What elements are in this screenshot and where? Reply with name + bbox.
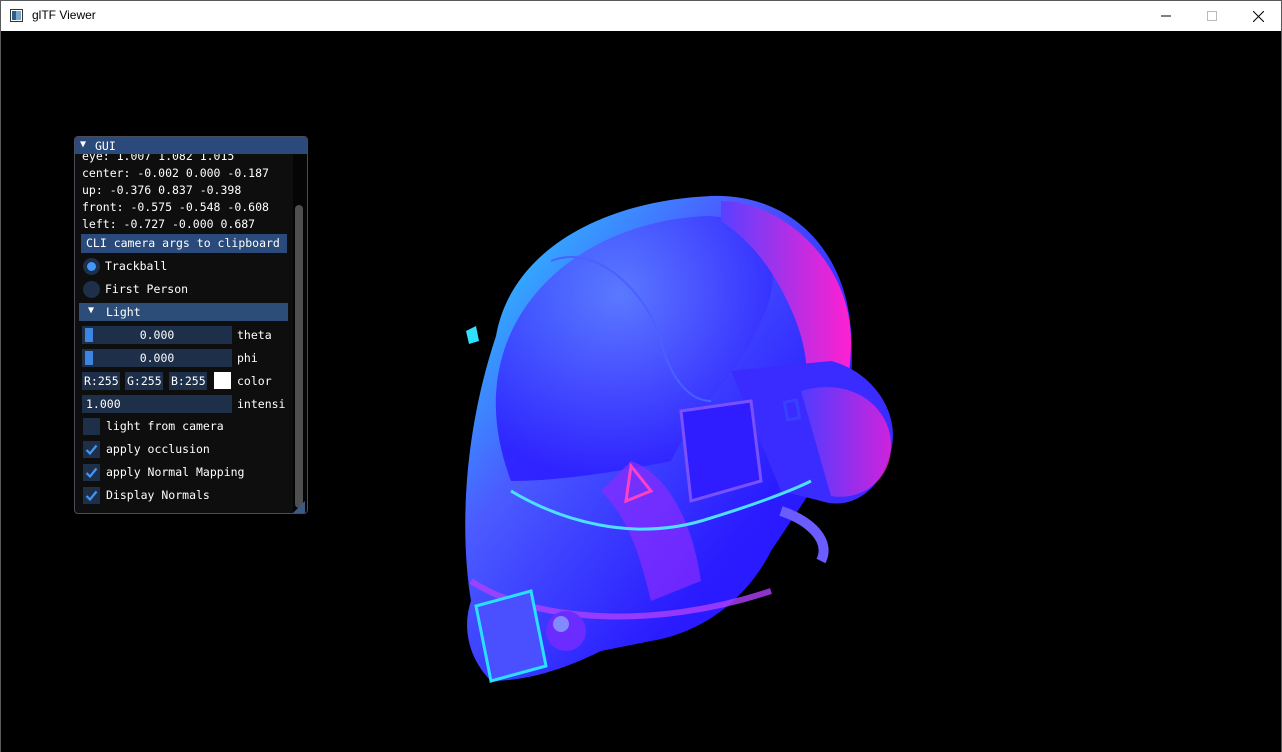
light-from-camera-label: light from camera — [106, 419, 224, 433]
light-section-label: Light — [106, 305, 141, 319]
close-icon — [1252, 10, 1264, 22]
phi-slider[interactable]: 0.000 — [82, 349, 232, 367]
phi-value: 0.000 — [139, 351, 175, 365]
color-b-field[interactable]: B:255 — [169, 372, 207, 390]
apply-occlusion-checkbox[interactable] — [83, 441, 100, 458]
camera-front-text: front: -0.575 -0.548 -0.608 — [82, 200, 269, 214]
title-bar[interactable]: glTF Viewer — [1, 1, 1281, 31]
display-normals-label: Display Normals — [106, 488, 210, 502]
theta-value: 0.000 — [139, 328, 175, 342]
gui-panel[interactable]: ▼ GUI eye: 1.007 1.082 1.015 center: -0.… — [74, 136, 308, 514]
color-g-field[interactable]: G:255 — [125, 372, 163, 390]
checkmark-icon — [85, 444, 98, 456]
intensity-value: 1.000 — [86, 397, 121, 411]
maximize-icon — [1207, 11, 1217, 21]
gui-scrollbar-thumb[interactable] — [295, 205, 303, 508]
trackball-radio[interactable] — [83, 258, 100, 275]
theta-label: theta — [237, 328, 272, 342]
light-from-camera-checkbox[interactable] — [83, 418, 100, 435]
intensity-input[interactable]: 1.000 — [82, 395, 232, 413]
resize-grip[interactable] — [293, 501, 305, 513]
light-collapse-arrow-icon: ▼ — [88, 305, 95, 316]
trackball-label: Trackball — [105, 259, 168, 273]
color-r-value: R:255 — [84, 374, 119, 388]
copy-camera-args-label: CLI camera args to clipboard — [86, 236, 280, 250]
color-g-value: G:255 — [127, 374, 162, 388]
camera-left-text: left: -0.727 -0.000 0.687 — [82, 217, 256, 231]
camera-eye-text: eye: 1.007 1.082 1.015 — [82, 154, 235, 163]
color-b-value: B:255 — [171, 374, 206, 388]
app-window: glTF Viewer ▼ GUI eye: 1.007 1.082 1.015… — [0, 0, 1282, 752]
window-title: glTF Viewer — [32, 8, 96, 22]
light-section-header[interactable]: ▼ Light — [79, 303, 288, 321]
color-swatch[interactable] — [214, 372, 231, 389]
color-label: color — [237, 374, 272, 388]
apply-occlusion-label: apply occlusion — [106, 442, 210, 456]
phi-label: phi — [237, 351, 258, 365]
gui-title: GUI — [95, 139, 116, 153]
copy-camera-args-button[interactable]: CLI camera args to clipboard — [81, 234, 287, 253]
theta-slider[interactable]: 0.000 — [82, 326, 232, 344]
maximize-button[interactable] — [1189, 1, 1235, 31]
collapse-arrow-icon[interactable]: ▼ — [80, 139, 86, 150]
color-r-field[interactable]: R:255 — [82, 372, 120, 390]
camera-up-text: up: -0.376 0.837 -0.398 — [82, 183, 242, 197]
minimize-icon — [1161, 15, 1171, 17]
close-button[interactable] — [1235, 1, 1281, 31]
intensity-label: intensi — [237, 397, 286, 411]
checkmark-icon — [85, 490, 98, 502]
minimize-button[interactable] — [1143, 1, 1189, 31]
helmet-model — [465, 195, 893, 683]
gui-title-bar[interactable]: ▼ GUI — [75, 137, 307, 154]
apply-normal-mapping-checkbox[interactable] — [83, 464, 100, 481]
first-person-label: First Person — [105, 282, 189, 296]
camera-center-text: center: -0.002 0.000 -0.187 — [82, 166, 269, 180]
app-icon — [10, 9, 23, 22]
checkmark-icon — [85, 467, 98, 479]
first-person-radio[interactable] — [83, 281, 100, 298]
display-normals-checkbox[interactable] — [83, 487, 100, 504]
gui-content: eye: 1.007 1.082 1.015 center: -0.002 0.… — [75, 154, 293, 513]
apply-normal-mapping-label: apply Normal Mapping — [106, 465, 245, 479]
